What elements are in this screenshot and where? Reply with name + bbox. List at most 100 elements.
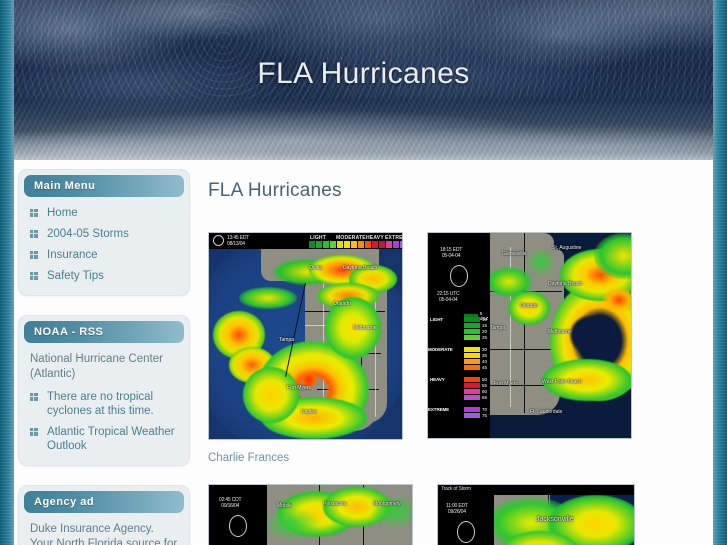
rss-item-no-cyclones[interactable]: There are no tropical cyclones at this t… [30,390,181,418]
city-label: Melbourne [548,329,572,335]
sidebar-item-insurance[interactable]: Insurance [30,248,181,262]
legend-row: 30 [464,347,487,352]
module-agency-ad-title: Agency ad [24,491,184,513]
agency-ad-line1: Duke Insurance Agency. [30,523,154,535]
city-label: Melbourne [353,325,377,331]
legend-row: 70 [464,407,487,412]
radar-map-title: Track of Storm [441,486,471,492]
legend-category-light: LIGHT [430,317,443,322]
sidebar-item-home[interactable]: Home [30,206,181,220]
city-label: Fort Myers [287,385,311,391]
radar-image-ivan[interactable]: Mobile Pensacola Montgomery 02:45 CDT 09… [208,484,413,545]
noaa-feed-source: National Hurricane Center (Atlantic) [30,352,181,382]
menu-bullet-icon [30,230,38,238]
city-label: Daytona Beach [343,265,378,271]
city-label: Montgomery [373,501,401,507]
menu-bullet-icon [30,428,38,436]
echo-core [602,287,631,313]
module-noaa-rss-title: NOAA - RSS [24,321,184,343]
menu-bullet-icon [30,393,38,401]
echo-outer-band [243,367,299,423]
city-label: Naples [301,409,317,415]
main-menu-list: Home 2004-05 Storms Insurance Safety Tip… [27,206,181,283]
left-edge-stripe [0,0,14,545]
content-columns: Main Menu Home 2004-05 Storms Insurance … [14,160,713,545]
figure-radar-charley: Ocala Daytona Beach Orlando Melbourne Ta… [208,232,403,440]
radar-image-jeanne[interactable]: Track of Storm Jacksonville 11:00 EDT 09… [437,484,635,545]
city-label: Mobile [277,503,292,509]
city-label: Orlando [333,301,351,307]
agency-ad-line2: Your North Florida source for [30,538,178,545]
radar-map-charley: Ocala Daytona Beach Orlando Melbourne Ta… [209,249,402,439]
figure-radar-frances: Gainesville St. Augustine Daytona Beach … [427,232,632,439]
echo-band [239,287,297,309]
page-root: FLA Hurricanes Main Menu Home 2004-05 St… [0,0,727,545]
sidebar-item-label: Home [47,207,78,219]
sidebar: Main Menu Home 2004-05 Storms Insurance … [14,160,200,545]
radar-image-frances[interactable]: Gainesville St. Augustine Daytona Beach … [427,232,632,439]
module-main-menu-title: Main Menu [24,175,184,197]
city-label: West Palm Beach [542,379,582,385]
echo-band [526,247,556,277]
menu-bullet-icon [30,209,38,217]
site-banner: FLA Hurricanes [14,0,713,160]
city-label: Gainesville [502,251,527,257]
sidebar-item-safety-tips[interactable]: Safety Tips [30,269,181,283]
city-label: Fort Myers [494,381,518,387]
city-label: Tampa [490,325,506,331]
clock-icon [457,521,475,543]
module-noaa-rss: NOAA - RSS National Hurricane Center (At… [18,315,190,466]
clock-icon [213,235,224,246]
figure-radar-jeanne: Track of Storm Jacksonville 11:00 EDT 09… [437,484,635,545]
legend-category-extreme: EXTREME [428,407,450,412]
radar-timestamp-utc: 22:15 UTC 05-04-04 [437,291,460,303]
menu-bullet-icon [30,251,38,259]
legend-row: 55 [464,383,487,388]
reflectivity-scale-swatches [309,241,402,248]
menu-bullet-icon [30,272,38,280]
city-label: Orlando [520,303,538,309]
right-edge-stripe [713,0,727,545]
banner-title: FLA Hurricanes [257,57,470,90]
module-agency-ad-body: Duke Insurance Agency. Your North Florid… [19,513,189,545]
radar-timestamp: 13:45 EDT 08/13/04 [227,235,250,247]
legend-row: 15 [464,323,487,328]
figure-row-2: Mobile Pensacola Montgomery 02:45 CDT 09… [208,484,699,545]
legend-row: 35 [464,353,487,358]
clock-icon [450,265,468,287]
radar-image-charley[interactable]: Ocala Daytona Beach Orlando Melbourne Ta… [208,232,403,440]
rss-item-outlook[interactable]: Atlantic Tropical Weather Outlook [30,425,181,453]
city-label: Jacksonville [536,516,574,523]
page-inner: FLA Hurricanes Main Menu Home 2004-05 St… [14,0,713,545]
radar-timestamp: 11:00 EDT 09/26/04 [446,503,468,515]
noaa-feed-source-line1: National Hurricane Center [30,353,163,365]
sidebar-item-label: Insurance [47,249,98,261]
legend-row: 50 [464,377,487,382]
noaa-feed-source-line2: (Atlantic) [30,368,76,380]
radar-timestamp-local: 18:15 EDT 05-04-04 [440,247,463,259]
city-label: Daytona Beach [548,281,583,287]
module-noaa-rss-body: National Hurricane Center (Atlantic) The… [19,343,189,465]
radar-legend-panel: 02:45 CDT 09/16/04 [209,485,267,545]
radar-map-ivan: Mobile Pensacola Montgomery [267,485,412,545]
sidebar-item-storms[interactable]: 2004-05 Storms [30,227,181,241]
main-content: FLA Hurricanes Ocala Daytona Beach Orlan… [200,160,713,545]
radar-timestamp: 02:45 CDT 09/16/04 [219,497,242,509]
figure-caption-1[interactable]: Charlie Frances [208,452,699,464]
rss-item-label: There are no tropical cyclones at this t… [47,391,154,417]
legend-row: 10 [464,317,487,322]
radar-map-frances: Gainesville St. Augustine Daytona Beach … [490,233,631,438]
legend-row: 40 [464,359,487,364]
echo-eye-center [566,313,612,357]
city-label: Ocala [309,265,323,271]
module-agency-ad: Agency ad Duke Insurance Agency. Your No… [18,485,190,545]
city-label: Pensacola [323,501,347,507]
city-label: Tampa [279,337,295,343]
module-main-menu: Main Menu Home 2004-05 Storms Insurance … [18,169,190,296]
figure-radar-ivan: Mobile Pensacola Montgomery 02:45 CDT 09… [208,484,413,545]
module-main-menu-body: Home 2004-05 Storms Insurance Safety Tip… [19,197,189,295]
page-title: FLA Hurricanes [208,180,342,201]
noaa-feed-list: There are no tropical cyclones at this t… [27,390,181,453]
radar-legend-panel: 11:00 EDT 09/26/04 [438,495,494,545]
legend-row: 65 [464,395,487,400]
